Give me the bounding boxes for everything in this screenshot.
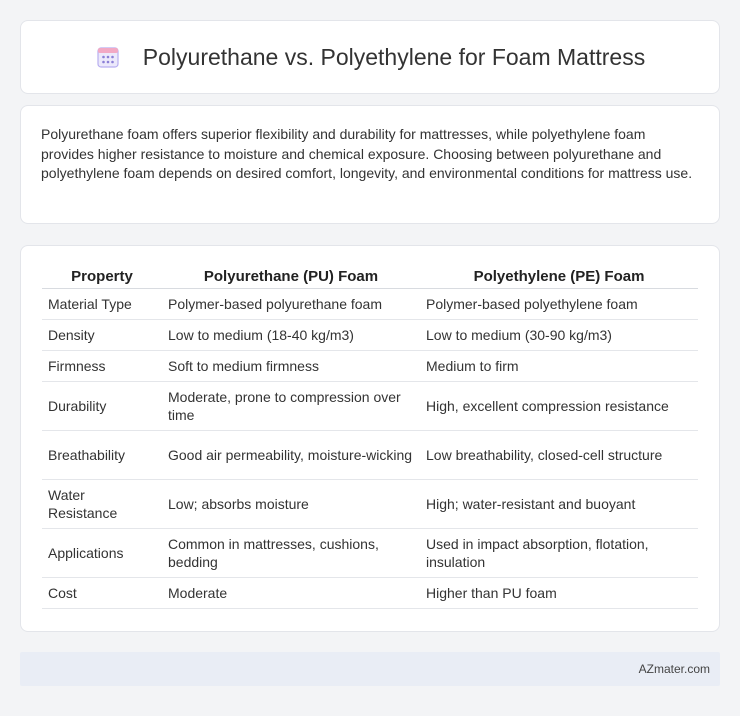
column-header-pu-foam: Polyurethane (PU) Foam bbox=[162, 265, 420, 289]
row-property: Water Resistance bbox=[42, 480, 162, 529]
table-row: Durability Moderate, prone to compressio… bbox=[42, 382, 698, 431]
row-property: Applications bbox=[42, 529, 162, 578]
row-pe-value: Low breathability, closed-cell structure bbox=[420, 431, 698, 480]
row-pu-value: Soft to medium firmness bbox=[162, 351, 420, 382]
table-row: Cost Moderate Higher than PU foam bbox=[42, 578, 698, 609]
row-pe-value: Used in impact absorption, flotation, in… bbox=[420, 529, 698, 578]
footer-bar: AZmater.com bbox=[20, 652, 720, 686]
row-pe-value: High, excellent compression resistance bbox=[420, 382, 698, 431]
column-header-pe-foam: Polyethylene (PE) Foam bbox=[420, 265, 698, 289]
intro-paragraph: Polyurethane foam offers superior flexib… bbox=[41, 126, 693, 181]
row-property: Density bbox=[42, 320, 162, 351]
intro-card: Polyurethane foam offers superior flexib… bbox=[20, 105, 720, 224]
row-pe-value: Polymer-based polyethylene foam bbox=[420, 289, 698, 320]
table-row: Density Low to medium (18-40 kg/m3) Low … bbox=[42, 320, 698, 351]
calendar-icon bbox=[97, 47, 119, 68]
table-row: Material Type Polymer-based polyurethane… bbox=[42, 289, 698, 320]
table-row: Firmness Soft to medium firmness Medium … bbox=[42, 351, 698, 382]
column-header-property: Property bbox=[42, 265, 162, 289]
comparison-card: Property Polyurethane (PU) Foam Polyethy… bbox=[20, 245, 720, 632]
table-row: Water Resistance Low; absorbs moisture H… bbox=[42, 480, 698, 529]
row-pu-value: Low; absorbs moisture bbox=[162, 480, 420, 529]
table-row: Applications Common in mattresses, cushi… bbox=[42, 529, 698, 578]
row-pe-value: Low to medium (30-90 kg/m3) bbox=[420, 320, 698, 351]
footer-site-name: AZmater.com bbox=[638, 662, 710, 676]
row-property: Material Type bbox=[42, 289, 162, 320]
row-pu-value: Moderate, prone to compression over time bbox=[162, 382, 420, 431]
row-pe-value: High; water-resistant and buoyant bbox=[420, 480, 698, 529]
row-property: Breathability bbox=[42, 431, 162, 480]
header-card: Polyurethane vs. Polyethylene for Foam M… bbox=[20, 20, 720, 94]
table-header-row: Property Polyurethane (PU) Foam Polyethy… bbox=[42, 265, 698, 289]
row-pu-value: Good air permeability, moisture-wicking bbox=[162, 431, 420, 480]
row-property: Cost bbox=[42, 578, 162, 609]
row-pe-value: Medium to firm bbox=[420, 351, 698, 382]
page-title: Polyurethane vs. Polyethylene for Foam M… bbox=[142, 43, 646, 70]
row-pu-value: Common in mattresses, cushions, bedding bbox=[162, 529, 420, 578]
row-property: Firmness bbox=[42, 351, 162, 382]
comparison-table: Property Polyurethane (PU) Foam Polyethy… bbox=[42, 265, 698, 609]
row-pu-value: Low to medium (18-40 kg/m3) bbox=[162, 320, 420, 351]
row-pe-value: Higher than PU foam bbox=[420, 578, 698, 609]
header-content: Polyurethane vs. Polyethylene for Foam M… bbox=[95, 44, 645, 71]
table-row: Breathability Good air permeability, moi… bbox=[42, 431, 698, 480]
row-pu-value: Polymer-based polyurethane foam bbox=[162, 289, 420, 320]
row-pu-value: Moderate bbox=[162, 578, 420, 609]
row-property: Durability bbox=[42, 382, 162, 431]
